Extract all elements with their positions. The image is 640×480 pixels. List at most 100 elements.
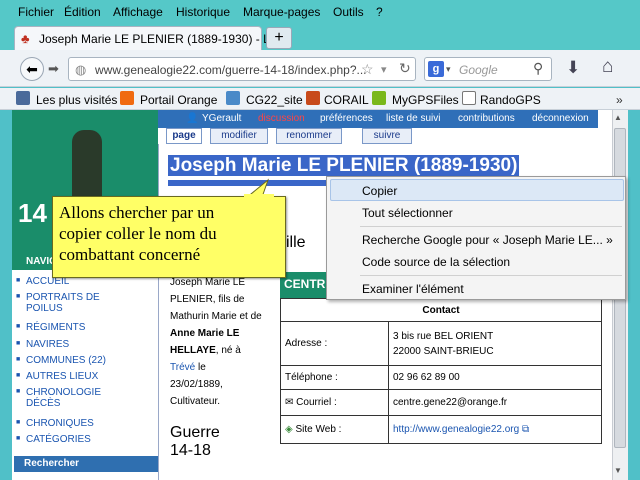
menu-copier[interactable]: Copier: [362, 184, 397, 198]
mail-cell: ✉ Courriel :: [280, 389, 389, 416]
back-button[interactable]: ⬅: [20, 57, 44, 81]
bookmarks-icon: [16, 91, 30, 105]
download-icon[interactable]: ⬇: [566, 58, 580, 78]
menu-marque-pages[interactable]: Marque-pages: [243, 5, 320, 19]
tab-page[interactable]: page: [166, 128, 202, 144]
logout-link[interactable]: déconnexion: [532, 113, 589, 124]
browser-tab[interactable]: ♣ Joseph Marie LE PLENIER (1889-1930) - …: [14, 26, 280, 50]
contact-header: Contact: [280, 298, 602, 322]
discussion-link[interactable]: discussion: [258, 113, 305, 124]
forward-button[interactable]: ➡: [48, 61, 59, 77]
tutorial-callout: Allons chercher par un copier coller le …: [52, 196, 286, 278]
home-icon[interactable]: ⌂: [602, 56, 613, 78]
section-ille: ille: [286, 234, 306, 251]
menu-help[interactable]: ?: [376, 5, 383, 19]
engine-dropdown-icon[interactable]: ▾: [446, 64, 451, 75]
menu-historique[interactable]: Historique: [176, 5, 230, 19]
back-arrow-icon: ⬅: [26, 61, 38, 77]
scroll-up-icon[interactable]: ▲: [614, 113, 622, 122]
nav-autres-lieux[interactable]: AUTRES LIEUX: [16, 371, 98, 382]
tel-label: Téléphone :: [280, 365, 389, 390]
section-guerre: Guerre 14-18: [170, 424, 220, 460]
menu-google-search[interactable]: Recherche Google pour « Joseph Marie LE.…: [362, 233, 613, 247]
callout-line: copier coller le nom du: [59, 224, 217, 243]
star-icon[interactable]: ☆: [361, 61, 374, 78]
menu-inspect[interactable]: Examiner l'élément: [362, 282, 464, 296]
web-link[interactable]: http://www.genealogie22.org: [393, 424, 519, 435]
web-label: Site Web :: [295, 424, 342, 435]
menu-separator: [360, 275, 622, 276]
menu-edition[interactable]: Édition: [64, 5, 101, 19]
tab-modifier[interactable]: modifier: [210, 128, 268, 144]
adresse-line: 22000 SAINT-BRIEUC: [393, 345, 494, 357]
url-bar[interactable]: ◍ www.genealogie22.com/guerre-14-18/inde…: [68, 57, 416, 81]
mother-surname: HELLAYE: [170, 345, 216, 356]
contact-table: Contact Adresse : 3 bis rue BEL ORIENT 22…: [280, 298, 602, 444]
tab-renommer[interactable]: renommer: [276, 128, 342, 144]
nav-navires[interactable]: NAVIRES: [16, 339, 69, 350]
bio-line: Mathurin Marie et de: [170, 311, 262, 322]
prefs-link[interactable]: préférences: [320, 113, 373, 124]
desktop-edge: [628, 110, 640, 480]
tel-value: 02 96 62 89 00: [388, 365, 602, 390]
bookmark-mygpsfiles[interactable]: MyGPSFiles: [392, 93, 459, 107]
nav-portraits[interactable]: PORTRAITS DE POILUS: [16, 292, 126, 314]
page-icon: [462, 91, 476, 105]
menu-select-all[interactable]: Tout sélectionner: [362, 206, 453, 220]
site-favicon: ♣: [21, 31, 30, 46]
bio-line: , né à: [215, 345, 241, 356]
new-tab-button[interactable]: +: [266, 27, 292, 49]
mail-value[interactable]: centre.gene22@orange.fr: [388, 389, 602, 416]
profession: Cultivateur.: [170, 396, 221, 407]
mother-name: Anne Marie LE: [170, 328, 240, 339]
guerre-line: Guerre: [170, 424, 220, 441]
menu-affichage[interactable]: Affichage: [113, 5, 163, 19]
banner-text: 14: [18, 198, 47, 228]
nav-categories[interactable]: CATÉGORIES: [16, 434, 91, 445]
bio-line: le: [195, 362, 206, 373]
menu-bar: Fichier Édition Affichage Historique Mar…: [0, 0, 640, 24]
selected-title[interactable]: Joseph Marie LE PLENIER (1889-1930): [168, 155, 520, 176]
adresse-value: 3 bis rue BEL ORIENT 22000 SAINT-BRIEUC: [388, 321, 602, 366]
search-box[interactable]: g ▾ Google ⚲: [424, 57, 552, 81]
dropdown-icon[interactable]: ▾: [381, 63, 387, 76]
menu-outils[interactable]: Outils: [333, 5, 364, 19]
nav-chronologie[interactable]: CHRONOLOGIE DÉCÈS: [16, 387, 118, 409]
adresse-label: Adresse :: [280, 321, 389, 366]
nav-communes[interactable]: COMMUNES (22): [16, 355, 106, 366]
corail-icon: [306, 91, 320, 105]
bookmark-most-visited[interactable]: Les plus visités: [36, 93, 117, 107]
callout-line: Allons chercher par un: [59, 203, 215, 222]
contrib-link[interactable]: contributions: [458, 113, 515, 124]
watchlist-link[interactable]: liste de suivi: [386, 113, 440, 124]
url-text: www.genealogie22.com/guerre-14-18/index.…: [95, 63, 367, 77]
bookmarks-bar: Les plus visités Portail Orange CG22_sit…: [0, 88, 640, 110]
search-icon[interactable]: ⚲: [533, 60, 543, 77]
web-icon: ◈: [285, 424, 293, 435]
bookmark-cg22[interactable]: CG22_site: [246, 93, 303, 107]
scroll-down-icon[interactable]: ▼: [614, 466, 622, 475]
user-link[interactable]: YGerault: [202, 113, 241, 124]
globe-icon: ◍: [75, 62, 87, 77]
callout-text: Allons chercher par un copier coller le …: [59, 202, 217, 265]
bio-line: PLENIER, fils de: [170, 294, 245, 305]
bookmark-portail-orange[interactable]: Portail Orange: [140, 93, 217, 107]
nav-chroniques[interactable]: CHRONIQUES: [16, 418, 94, 429]
guerre-line: 14-18: [170, 442, 211, 459]
nav-regiments[interactable]: RÉGIMENTS: [16, 322, 86, 333]
google-icon: g: [428, 61, 444, 77]
bio-text: Joseph Marie LE PLENIER, fils de Mathuri…: [170, 274, 276, 410]
menu-view-source[interactable]: Code source de la sélection: [362, 255, 510, 269]
birthplace-link[interactable]: Trévé: [170, 362, 195, 373]
web-cell-value: http://www.genealogie22.org ⧉: [388, 415, 602, 444]
callout-line: combattant concerné: [59, 245, 201, 264]
reload-icon[interactable]: ↻: [399, 60, 411, 77]
search-header: Rechercher: [14, 456, 158, 472]
bookmark-corail[interactable]: CORAIL: [324, 93, 369, 107]
bookmark-randogps[interactable]: RandoGPS: [480, 93, 541, 107]
menu-fichier[interactable]: Fichier: [18, 5, 54, 19]
tab-suivre[interactable]: suivre: [362, 128, 412, 144]
bookmarks-overflow-icon[interactable]: »: [616, 93, 623, 107]
search-placeholder: Google: [459, 63, 498, 77]
external-link-icon: ⧉: [519, 424, 530, 435]
